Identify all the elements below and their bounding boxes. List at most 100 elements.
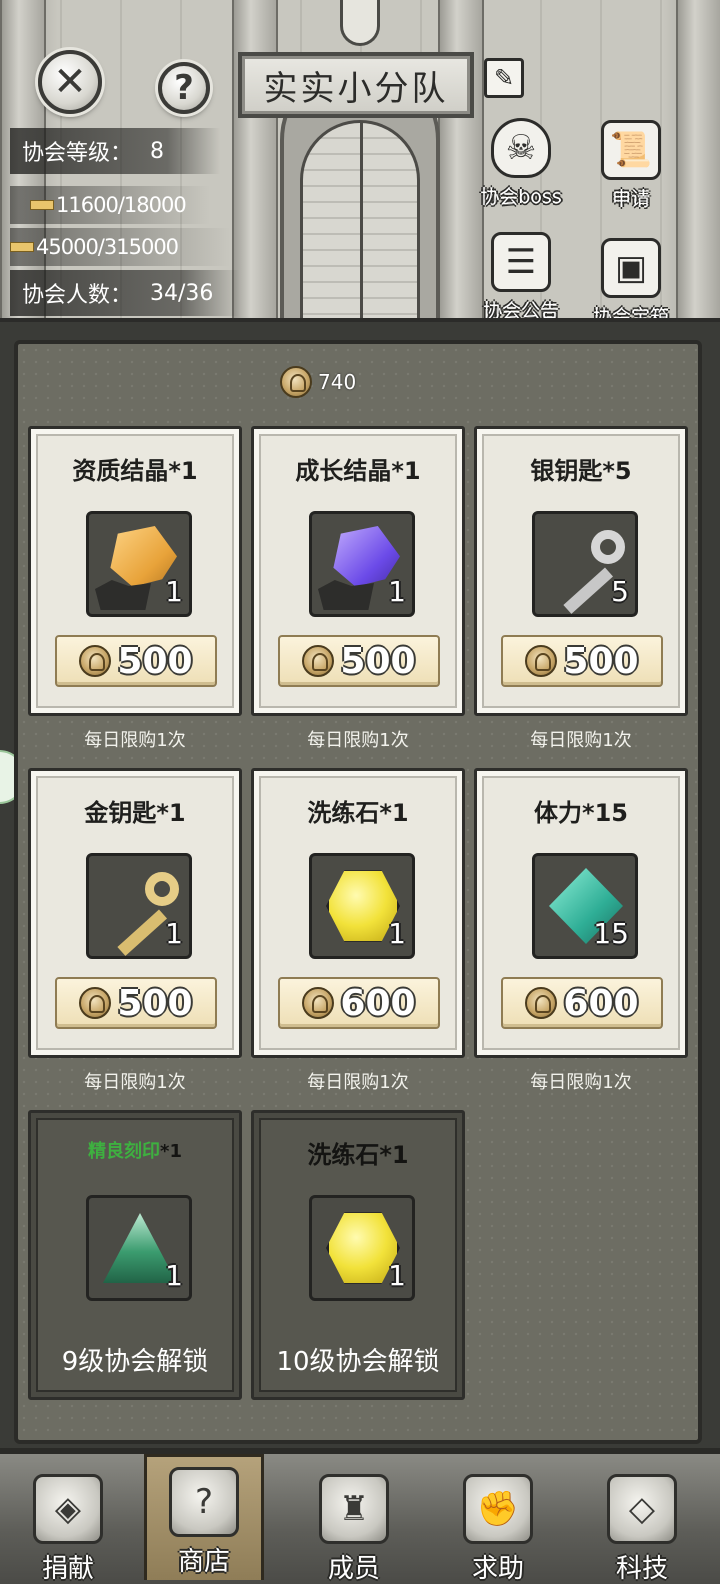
item-price: 600: [340, 982, 416, 1024]
help-button[interactable]: ?: [158, 62, 210, 114]
shop-item-name: 银钥匙*5: [530, 457, 632, 485]
purchase-limit: 每日限购1次: [307, 1072, 409, 1093]
shop-item-name: 精良刻印*1: [31, 1135, 239, 1163]
item-quantity: 1: [165, 917, 183, 950]
item-price: 500: [340, 640, 416, 682]
close-icon: ✕: [53, 59, 87, 105]
guild-name: 实实小分队: [263, 68, 449, 109]
buy-button[interactable]: 500: [55, 977, 217, 1029]
close-button[interactable]: ✕: [38, 50, 102, 114]
scroll-icon: 📜: [601, 120, 661, 180]
coin-balance: 740: [280, 364, 356, 400]
guild-coin-icon: [525, 645, 558, 677]
guild-coin-icon: [302, 987, 335, 1019]
applications-label: 申请: [611, 188, 650, 210]
nav-tab-members[interactable]: ♜ 成员: [294, 1464, 414, 1584]
edit-name-button[interactable]: ✎: [484, 58, 524, 98]
purchase-limit: 每日限购1次: [307, 730, 409, 751]
notice-board-icon: ☰: [491, 232, 551, 292]
item-quantity: 1: [165, 1259, 183, 1292]
guild-notice-label: 协会公告: [482, 300, 559, 322]
item-name-quality: 精良刻印: [88, 1141, 161, 1162]
nav-label: 商店: [177, 1547, 230, 1577]
buy-button[interactable]: 600: [278, 977, 440, 1029]
item-slot: 1: [86, 1195, 192, 1301]
fund-progress-text: 45000/315000: [36, 235, 179, 259]
help-fist-icon: ✊: [463, 1474, 533, 1544]
buy-button[interactable]: 500: [55, 635, 217, 687]
nav-label: 成员: [327, 1554, 380, 1584]
guild-chest-label: 协会宝箱: [592, 306, 669, 322]
guild-level-label: 协会等级：: [22, 141, 133, 166]
item-quantity: 1: [165, 575, 183, 608]
guild-coin-icon: [525, 987, 558, 1019]
guild-shop-panel: 740 资质结晶*1 1 500 每日限购1次 成长结晶*1 1 500 每日限…: [14, 340, 702, 1444]
item-price: 500: [117, 640, 193, 682]
item-quantity: 15: [593, 917, 629, 950]
purchase-limit: 每日限购1次: [530, 730, 632, 751]
shop-item-card[interactable]: 资质结晶*1 1 500: [28, 426, 242, 716]
shop-item-card[interactable]: 成长结晶*1 1 500: [251, 426, 465, 716]
guild-hall-door: [300, 120, 420, 318]
item-quantity: 5: [611, 575, 629, 608]
guild-chest-button[interactable]: ▣ 协会宝箱: [586, 238, 676, 322]
guild-header: ✕ ? 实实小分队 ✎ 协会等级： 8 11600/18000 45000/31…: [0, 0, 720, 322]
buy-button[interactable]: 500: [501, 635, 663, 687]
guild-members-label: 协会人数：: [22, 283, 133, 308]
item-slot: 5: [532, 511, 638, 617]
item-slot: 1: [86, 511, 192, 617]
question-icon: ?: [174, 68, 194, 108]
progress-bar-icon: [30, 200, 54, 210]
exp-progress-text: 11600/18000: [56, 193, 187, 217]
buy-button[interactable]: 500: [278, 635, 440, 687]
guild-coin-icon: [79, 987, 112, 1019]
locked-shop-item-card[interactable]: 洗练石*1 1 10级协会解锁: [251, 1110, 465, 1400]
shop-item-card[interactable]: 金钥匙*1 1 500: [28, 768, 242, 1058]
fund-progress-row: 45000/315000: [10, 228, 230, 266]
nav-label: 捐献: [41, 1554, 94, 1584]
guild-coin-icon: [302, 645, 335, 677]
shop-item-name: 成长结晶*1: [295, 457, 421, 485]
shop-item-name: 资质结晶*1: [72, 457, 198, 485]
item-price: 500: [563, 640, 639, 682]
locked-shop-item-card[interactable]: 精良刻印*1 1 9级协会解锁: [28, 1110, 242, 1400]
rock-base: [318, 580, 374, 610]
item-slot: 1: [309, 853, 415, 959]
nav-tab-shop[interactable]: ? 商店: [144, 1454, 264, 1580]
guild-boss-label: 协会boss: [480, 186, 562, 208]
item-slot: 1: [309, 511, 415, 617]
item-slot: 1: [309, 1195, 415, 1301]
guild-level-row: 协会等级： 8: [10, 128, 220, 174]
members-icon: ♜: [319, 1474, 389, 1544]
nav-tab-tech[interactable]: ◇ 科技: [582, 1464, 702, 1584]
buy-button[interactable]: 600: [501, 977, 663, 1029]
shop-item-card[interactable]: 洗练石*1 1 600: [251, 768, 465, 1058]
shop-item-name: 洗练石*1: [307, 799, 409, 827]
progress-bar-icon: [10, 242, 34, 252]
skull-icon: ☠: [491, 118, 551, 178]
purchase-limit: 每日限购1次: [530, 1072, 632, 1093]
exp-progress-row: 11600/18000: [10, 186, 210, 224]
item-slot: 15: [532, 853, 638, 959]
pencil-icon: ✎: [493, 64, 515, 92]
item-slot: 1: [86, 853, 192, 959]
donate-icon: ◈: [33, 1474, 103, 1544]
nav-tab-donate[interactable]: ◈ 捐献: [8, 1464, 128, 1584]
guild-notice-button[interactable]: ☰ 协会公告: [476, 232, 566, 322]
nav-tab-help[interactable]: ✊ 求助: [438, 1464, 558, 1584]
shop-item-name: 金钥匙*1: [84, 799, 186, 827]
shop-item-card[interactable]: 体力*15 15 600: [474, 768, 688, 1058]
shop-item-name: 体力*15: [534, 799, 628, 827]
item-price: 600: [563, 982, 639, 1024]
item-quantity: 1: [388, 917, 406, 950]
shop-item-card[interactable]: 银钥匙*5 5 500: [474, 426, 688, 716]
tech-icon: ◇: [607, 1474, 677, 1544]
applications-button[interactable]: 📜 申请: [586, 120, 676, 211]
bottom-nav: ◈ 捐献 ? 商店 ♜ 成员 ✊ 求助 ◇ 科技: [0, 1448, 720, 1584]
item-name-count: *1: [160, 1141, 182, 1162]
treasure-chest-icon: ▣: [601, 238, 661, 298]
guild-boss-button[interactable]: ☠ 协会boss: [476, 118, 566, 209]
guild-level-value: 8: [150, 138, 165, 164]
item-quantity: 1: [388, 1259, 406, 1292]
rock-base: [95, 580, 151, 610]
